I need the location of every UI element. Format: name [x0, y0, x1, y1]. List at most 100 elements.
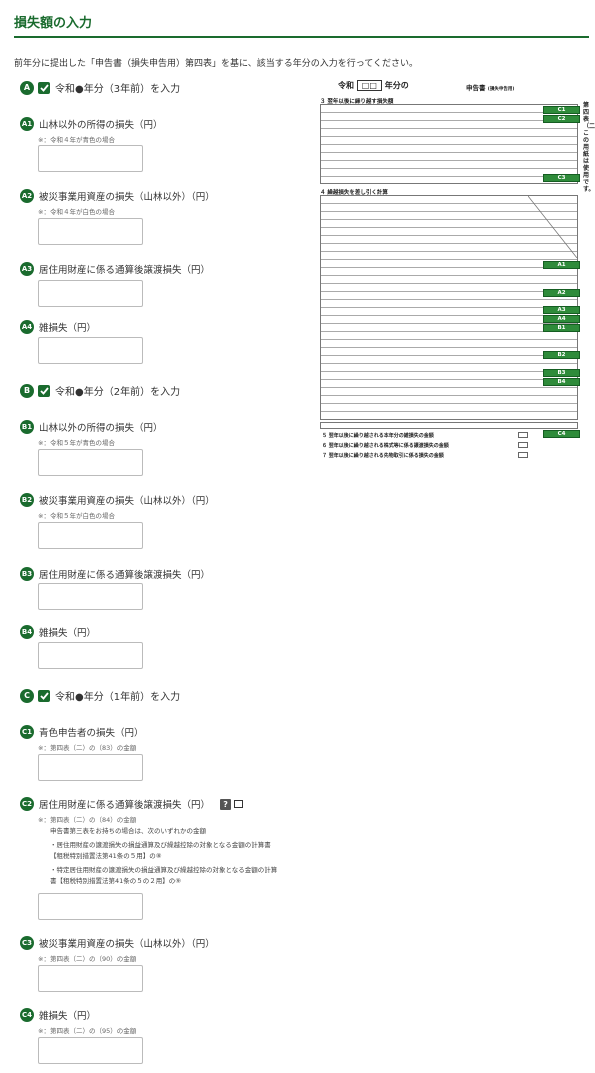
field-badge-c3: C3 — [20, 936, 34, 950]
help-icon[interactable]: ? — [220, 798, 232, 810]
field-badge-b1: B1 — [20, 420, 34, 434]
input-b4[interactable] — [38, 642, 143, 669]
external-window-icon[interactable] — [234, 800, 244, 808]
input-a1[interactable] — [38, 145, 143, 172]
field-b1-label: 山林以外の所得の損失（円） — [39, 423, 163, 434]
extra-line: 申告書第三表をお持ちの場合は、次のいずれかの金額 — [50, 827, 206, 835]
field-badge-b3: B3 — [20, 567, 34, 581]
input-c1[interactable] — [38, 754, 143, 781]
form-tag-a2: A2 — [543, 289, 580, 297]
extra-line: 【租税特別措置法第41条の５用】の⑧ — [50, 852, 162, 860]
field-badge-a2: A2 — [20, 189, 34, 203]
field-a4-label: 雑損失（円） — [39, 323, 97, 334]
field-a2-note: ※：令和４年が白色の場合 — [38, 208, 115, 216]
field-c2-label: 居住用財産に係る通算後譲渡損失（円） — [39, 800, 211, 811]
extra-line: ・居住用財産の譲渡損失の損益通算及び繰越控除の対象となる金額の計算書 — [50, 841, 271, 849]
field-c4: C4 雑損失（円） ※：第四表（二）の（95）の金額 — [20, 1008, 280, 1035]
input-b1[interactable] — [38, 449, 143, 476]
check-icon — [39, 691, 49, 700]
form-tag-c1: C1 — [543, 106, 580, 114]
field-b2-note: ※：令和５年が白色の場合 — [38, 512, 115, 520]
title-divider — [14, 36, 589, 38]
section-a-label: 令和●年分（3年前）を入力 — [55, 84, 181, 95]
field-a1-note: ※：令和４年が青色の場合 — [38, 136, 115, 144]
input-b3[interactable] — [38, 583, 143, 610]
form-tag-b4: B4 — [543, 378, 580, 386]
form-tag-c4: C4 — [543, 430, 580, 438]
field-b1: B1 山林以外の所得の損失（円） ※：令和５年が青色の場合 — [20, 420, 280, 447]
extra-line: ・特定居住用財産の譲渡損失の損益通算及び繰越控除の対象となる金額の計算 — [50, 866, 278, 874]
input-c3[interactable] — [38, 965, 143, 992]
section-c-checkbox[interactable] — [38, 689, 50, 702]
form-tag-a1: A1 — [543, 261, 580, 269]
input-a4[interactable] — [38, 337, 143, 364]
field-badge-b4: B4 — [20, 625, 34, 639]
field-badge-c1: C1 — [20, 725, 34, 739]
form-tag-a3: A3 — [543, 306, 580, 314]
form-table-section3 — [320, 104, 578, 184]
field-c4-label: 雑損失（円） — [39, 1011, 97, 1022]
field-a4: A4 雑損失（円） — [20, 320, 280, 334]
field-c1-label: 青色申告者の損失（円） — [39, 728, 144, 739]
field-c4-note: ※：第四表（二）の（95）の金額 — [38, 1027, 137, 1035]
field-b2-label: 被災事業用資産の損失（山林以外）（円） — [39, 496, 215, 507]
form-side-text: 第四表（二）この用紙は使用です。 — [583, 102, 595, 193]
section-b-header: B 令和●年分（2年前）を入力 — [20, 383, 180, 398]
field-b3-label: 居住用財産に係る通算後譲渡損失（円） — [39, 570, 211, 581]
section-badge-b: B — [20, 383, 34, 398]
input-a2[interactable] — [38, 218, 143, 245]
section-badge-c: C — [20, 688, 34, 703]
input-a3[interactable] — [38, 280, 143, 307]
form-tag-c2: C2 — [543, 115, 580, 123]
input-c2[interactable] — [38, 893, 143, 920]
form-diagonal — [528, 196, 577, 258]
form-box — [518, 432, 528, 438]
form-tag-b1: B1 — [543, 324, 580, 332]
check-icon — [39, 386, 49, 395]
input-c4[interactable] — [38, 1037, 143, 1064]
page-title: 損失額の入力 — [14, 16, 93, 31]
field-b3: B3 居住用財産に係る通算後譲渡損失（円） — [20, 567, 280, 581]
form-tag-b2: B2 — [543, 351, 580, 359]
check-icon — [39, 83, 49, 92]
section-c-label: 令和●年分（1年前）を入力 — [55, 692, 181, 703]
form-row6-label: ６ 翌年以後に繰り越される株式等に係る譲渡損失の金額 — [322, 443, 449, 449]
section-b-checkbox[interactable] — [38, 384, 50, 397]
field-a2: A2 被災事業用資産の損失（山林以外）（円） ※：令和４年が白色の場合 — [20, 189, 280, 216]
form-preview-image: 令和 □□ 年分の 申告書 (損失申告用) ３ 翌年以後に繰り越す損失額 C1 … — [318, 80, 582, 460]
field-b1-note: ※：令和５年が青色の場合 — [38, 439, 115, 447]
field-c2-note: ※：第四表（二）の（84）の金額 — [38, 816, 137, 824]
form-tag-b3: B3 — [543, 369, 580, 377]
form-box — [518, 442, 528, 448]
field-b4: B4 雑損失（円） — [20, 625, 280, 639]
field-badge-a1: A1 — [20, 117, 34, 131]
field-a2-label: 被災事業用資産の損失（山林以外）（円） — [39, 192, 215, 203]
field-c1-note: ※：第四表（二）の（83）の金額 — [38, 744, 137, 752]
field-c3: C3 被災事業用資産の損失（山林以外）（円） ※：第四表（二）の（90）の金額 — [20, 936, 280, 963]
field-c3-label: 被災事業用資産の損失（山林以外）（円） — [39, 939, 215, 950]
field-c1: C1 青色申告者の損失（円） ※：第四表（二）の（83）の金額 — [20, 725, 280, 752]
form-title: 令和 □□ 年分の — [338, 80, 409, 91]
form-tag-a4: A4 — [543, 315, 580, 323]
section-a-header: A 令和●年分（3年前）を入力 — [20, 80, 180, 95]
field-c2: C2 居住用財産に係る通算後譲渡損失（円）? ※：第四表（二）の（84）の金額 — [20, 797, 280, 824]
extra-line: 書【租税特別措置法第41条の５の２用】の⑨ — [50, 877, 182, 885]
field-a1-label: 山林以外の所得の損失（円） — [39, 120, 163, 131]
field-b4-label: 雑損失（円） — [39, 628, 97, 639]
field-a3-label: 居住用財産に係る通算後譲渡損失（円） — [39, 265, 211, 276]
field-badge-c2: C2 — [20, 797, 34, 811]
section-a-checkbox[interactable] — [38, 81, 50, 94]
field-c2-extra: 申告書第三表をお持ちの場合は、次のいずれかの金額 ・居住用財産の譲渡損失の損益通… — [50, 826, 277, 887]
section-c-header: C 令和●年分（1年前）を入力 — [20, 688, 180, 703]
field-b2: B2 被災事業用資産の損失（山林以外）（円） ※：令和５年が白色の場合 — [20, 493, 280, 520]
field-badge-b2: B2 — [20, 493, 34, 507]
field-badge-c4: C4 — [20, 1008, 34, 1022]
field-c3-note: ※：第四表（二）の（90）の金額 — [38, 955, 137, 963]
intro-text: 前年分に提出した「申告書（損失申告用）第四表」を基に、該当する年分の入力を行って… — [14, 59, 419, 69]
field-badge-a3: A3 — [20, 262, 34, 276]
form-row-4 — [320, 422, 578, 429]
form-title-right: 申告書 (損失申告用) — [466, 84, 515, 92]
form-tag-c3: C3 — [543, 174, 580, 182]
input-b2[interactable] — [38, 522, 143, 549]
section-badge-a: A — [20, 80, 34, 95]
